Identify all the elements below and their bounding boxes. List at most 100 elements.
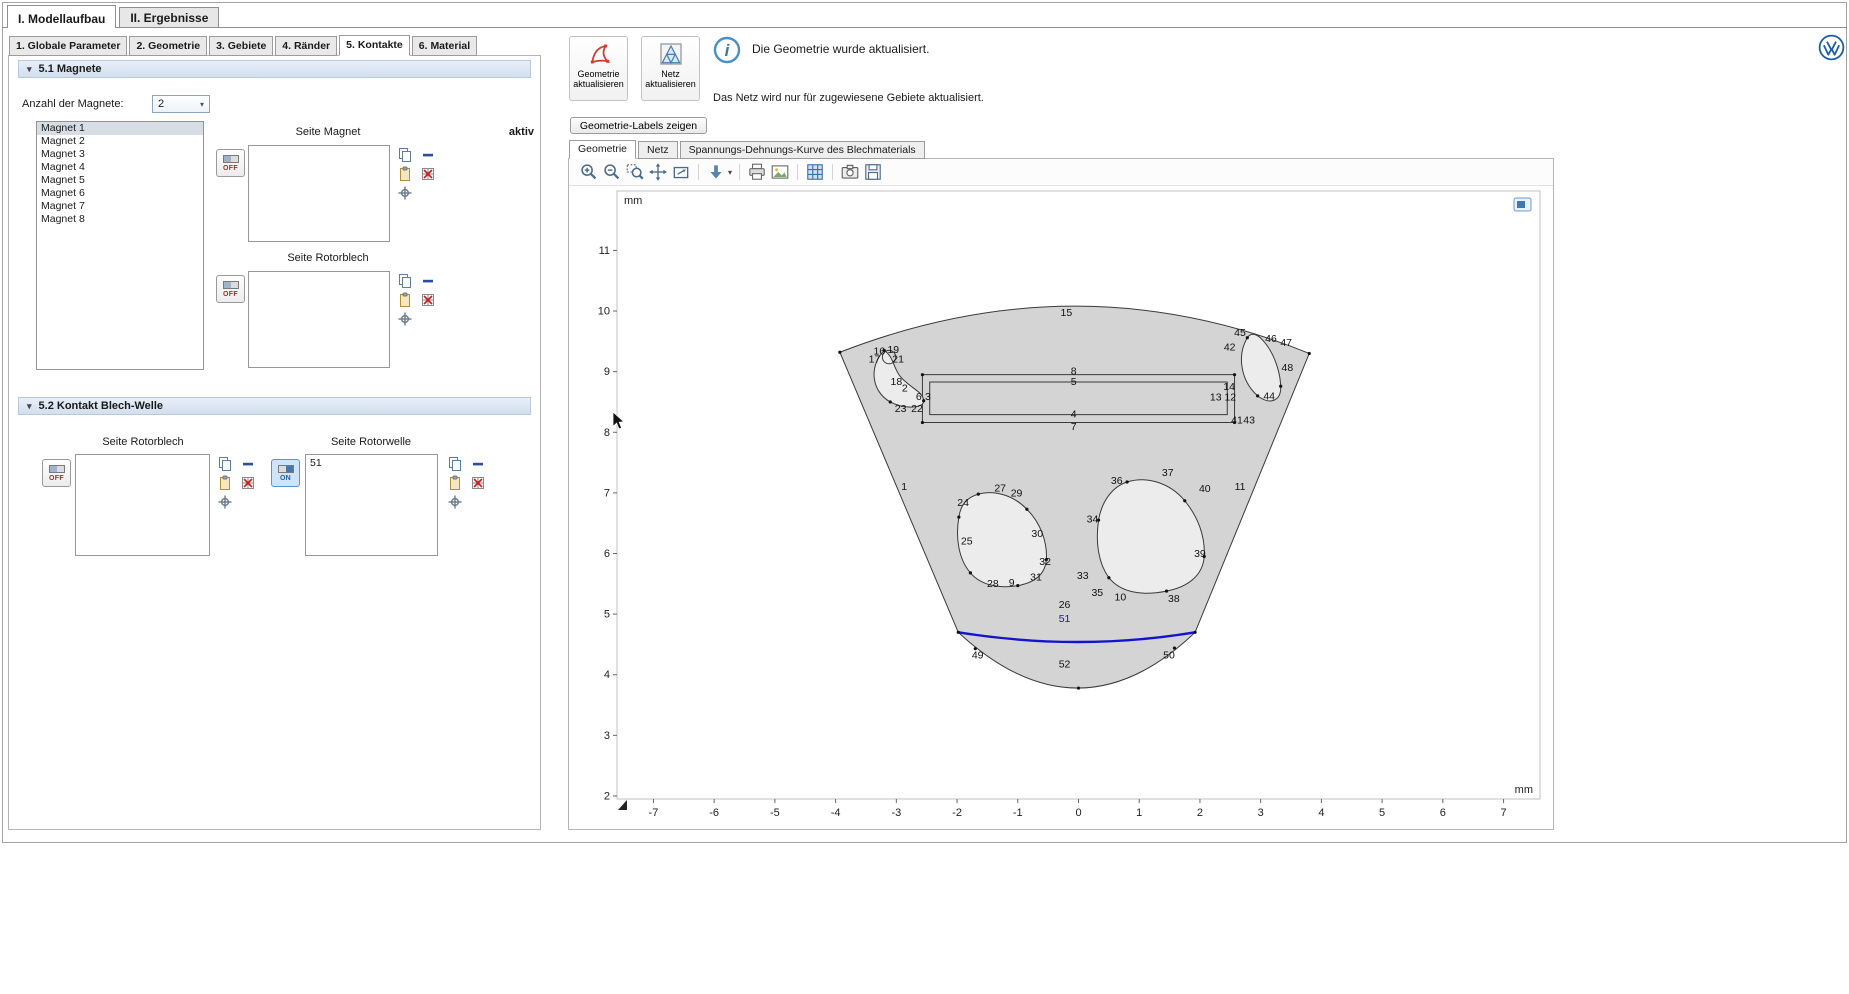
vertex-dot[interactable]	[1193, 631, 1196, 634]
clear-selection-icon[interactable]	[420, 292, 436, 308]
print-icon[interactable]	[747, 162, 767, 182]
edge-label: 4	[1071, 409, 1077, 421]
image-export-icon[interactable]	[770, 162, 790, 182]
magnet-list-item[interactable]: Magnet 1	[37, 122, 203, 135]
clear-selection-icon[interactable]	[420, 166, 436, 182]
vertex-dot[interactable]	[1107, 576, 1110, 579]
x-tick-label: -3	[891, 807, 901, 819]
magnet-list-item[interactable]: Magnet 2	[37, 135, 203, 148]
y-tick-label: 6	[604, 548, 610, 560]
paste-selection-icon[interactable]	[447, 475, 463, 491]
save-image-icon[interactable]	[863, 162, 883, 182]
vertex-dot[interactable]	[1025, 508, 1028, 511]
graphics-tab[interactable]: Netz	[638, 141, 678, 159]
model-step-tab[interactable]: 5. Kontakte	[339, 35, 410, 56]
main-tab[interactable]: II. Ergebnisse	[119, 7, 219, 27]
snapshot-icon[interactable]	[840, 162, 860, 182]
clear-selection-icon[interactable]	[240, 475, 256, 491]
section-header-magnete[interactable]: ▾ 5.1 Magnete	[18, 60, 531, 78]
vertex-dot[interactable]	[957, 516, 960, 519]
zoom-box-icon[interactable]	[625, 162, 645, 182]
remove-selection-icon[interactable]	[240, 456, 256, 472]
vertex-dot[interactable]	[1183, 499, 1186, 502]
zoom-extents-icon[interactable]	[648, 162, 668, 182]
vertex-dot[interactable]	[957, 631, 960, 634]
view-orientation-caret-icon[interactable]: ▾	[728, 168, 732, 177]
vertex-dot[interactable]	[1279, 385, 1282, 388]
model-step-tab[interactable]: 4. Ränder	[275, 36, 337, 56]
edge-label: 24	[957, 497, 969, 509]
zoom-to-selection-icon[interactable]	[447, 494, 463, 510]
model-step-tab[interactable]: 6. Material	[412, 36, 477, 56]
zoom-out-icon[interactable]	[602, 162, 622, 182]
show-geometry-labels-button[interactable]: Geometrie-Labels zeigen	[570, 117, 707, 134]
vertex-dot[interactable]	[977, 492, 980, 495]
vertex-dot[interactable]	[921, 421, 924, 424]
vertex-dot[interactable]	[921, 373, 924, 376]
x-tick-label: 2	[1197, 807, 1203, 819]
evaluation-table-icon[interactable]	[805, 162, 825, 182]
copy-selection-icon[interactable]	[397, 147, 413, 163]
kontakt-rotorwelle-toggle[interactable]: ON	[271, 459, 300, 487]
clear-selection-icon[interactable]	[470, 475, 486, 491]
magnet-list-item[interactable]: Magnet 6	[37, 187, 203, 200]
vertex-dot[interactable]	[1256, 394, 1259, 397]
remove-selection-icon[interactable]	[470, 456, 486, 472]
paste-selection-icon[interactable]	[397, 292, 413, 308]
seite-magnet-toggle[interactable]: OFF	[216, 149, 245, 177]
remove-selection-icon[interactable]	[420, 147, 436, 163]
main-tab-bar: I. ModellaufbauII. Ergebnisse	[2, 5, 1847, 28]
kontakt-rotorwelle-selection-box[interactable]: 51	[305, 454, 438, 556]
vertex-dot[interactable]	[1077, 686, 1080, 689]
main-tab[interactable]: I. Modellaufbau	[7, 5, 116, 28]
vertex-dot[interactable]	[1246, 336, 1249, 339]
kontakt-rotorblech-toggle[interactable]: OFF	[42, 459, 71, 487]
kontakt-rotorblech-selection-tools	[217, 456, 257, 510]
graphics-tab[interactable]: Spannungs-Dehnungs-Kurve des Blechmateri…	[680, 141, 925, 159]
model-step-tab[interactable]: 1. Globale Parameter	[9, 36, 127, 56]
magnet-list-item[interactable]: Magnet 5	[37, 174, 203, 187]
magnet-list-item[interactable]: Magnet 4	[37, 161, 203, 174]
zoom-to-selection-icon[interactable]	[217, 494, 233, 510]
model-step-tab[interactable]: 3. Gebiete	[209, 36, 273, 56]
kontakt-rotorblech-selection-box[interactable]	[75, 454, 210, 556]
zoom-in-icon[interactable]	[579, 162, 599, 182]
graphics-tab[interactable]: Geometrie	[569, 140, 636, 159]
vertex-dot[interactable]	[1233, 373, 1236, 376]
magnet-list-item[interactable]: Magnet 3	[37, 148, 203, 161]
update-mesh-button[interactable]: Netz aktualisieren	[641, 36, 700, 101]
graphics-mini-button[interactable]	[1514, 198, 1531, 211]
vertex-dot[interactable]	[969, 571, 972, 574]
section-header-kontakt[interactable]: ▾ 5.2 Kontakt Blech-Welle	[18, 397, 531, 415]
vertex-dot[interactable]	[838, 351, 841, 354]
update-geometry-button[interactable]: Geometrie aktualisieren	[569, 36, 628, 101]
magnet-count-select[interactable]: 2 ▾	[152, 95, 210, 113]
reset-view-icon[interactable]	[671, 162, 691, 182]
vertex-dot[interactable]	[1125, 480, 1128, 483]
graphics-canvas[interactable]: ▾	[568, 158, 1554, 830]
kontakt-rotorblech-label: Seite Rotorblech	[58, 436, 228, 448]
geometry-plot[interactable]: -7-6-5-4-3-2-101234567234567891011151619…	[573, 187, 1548, 825]
seite-rotorblech-toggle[interactable]: OFF	[216, 275, 245, 303]
copy-selection-icon[interactable]	[217, 456, 233, 472]
selection-list-item[interactable]: 51	[306, 455, 437, 469]
vertex-dot[interactable]	[1308, 352, 1311, 355]
magnet-list-item[interactable]: Magnet 7	[37, 200, 203, 213]
graphics-toolbar: ▾	[569, 159, 1553, 186]
paste-selection-icon[interactable]	[397, 166, 413, 182]
copy-selection-icon[interactable]	[397, 273, 413, 289]
zoom-to-selection-icon[interactable]	[397, 311, 413, 327]
paste-selection-icon[interactable]	[217, 475, 233, 491]
magnet-list-item[interactable]: Magnet 8	[37, 213, 203, 226]
copy-selection-icon[interactable]	[447, 456, 463, 472]
view-orientation-icon[interactable]	[706, 162, 726, 182]
vertex-dot[interactable]	[889, 400, 892, 403]
seite-rotorblech-selection-box[interactable]	[248, 271, 390, 368]
vertex-dot[interactable]	[1016, 584, 1019, 587]
remove-selection-icon[interactable]	[420, 273, 436, 289]
magnet-list[interactable]: Magnet 1Magnet 2Magnet 3Magnet 4Magnet 5…	[36, 121, 204, 370]
seite-magnet-selection-box[interactable]	[248, 145, 390, 242]
zoom-to-selection-icon[interactable]	[397, 185, 413, 201]
model-step-tab[interactable]: 2. Geometrie	[129, 36, 207, 56]
toggle-switch-icon	[223, 155, 239, 163]
